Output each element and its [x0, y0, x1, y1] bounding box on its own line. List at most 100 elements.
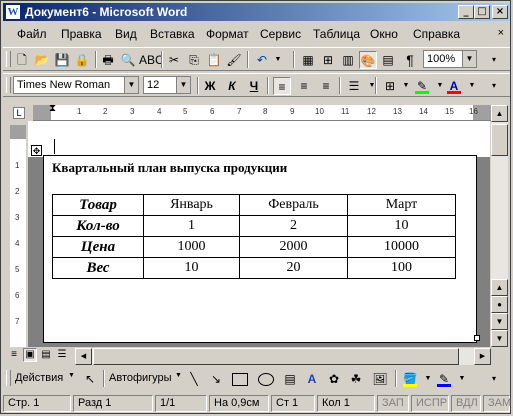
menu-format[interactable]: Формат [206, 27, 249, 41]
menu-insert[interactable]: Вставка [150, 27, 195, 41]
print-layout-icon[interactable]: ▤ [39, 348, 53, 362]
undo-dropdown-icon[interactable]: ▼ [269, 51, 287, 69]
align-left-icon[interactable]: ≡ [273, 77, 291, 95]
bold-button[interactable]: Ж [201, 77, 219, 95]
table-cell[interactable]: 100 [347, 257, 456, 279]
table-cell[interactable]: 2 [239, 215, 348, 237]
browse-object-icon[interactable]: ● [491, 296, 508, 313]
scroll-left-button[interactable]: ◀ [75, 348, 92, 365]
menu-window[interactable]: Окно [370, 27, 398, 41]
line-icon[interactable]: ╲ [185, 370, 203, 388]
table-row-label[interactable]: Вес [52, 257, 144, 279]
document-map-icon[interactable]: ▤ [379, 51, 397, 69]
table-cell[interactable]: 1000 [143, 236, 240, 258]
cut-icon[interactable]: ✂ [165, 51, 183, 69]
underline-button[interactable]: Ч [245, 77, 263, 95]
document-area[interactable]: ✥ Квартальный план выпуска продукции Тов… [28, 121, 490, 347]
table-cell[interactable]: 10000 [347, 236, 456, 258]
diagram-icon[interactable]: ✿ [325, 370, 343, 388]
horizontal-ruler[interactable]: ⧗ 1 2 3 4 5 6 7 8 9 10 11 12 13 14 15 16 [33, 104, 491, 121]
clip-art-icon[interactable]: ☘ [347, 370, 365, 388]
print-icon[interactable]: 🖶 [99, 51, 117, 69]
copy-icon[interactable]: ⎘ [185, 51, 203, 69]
permission-icon[interactable]: 🔒 [73, 51, 91, 69]
close-document-button[interactable]: × [498, 27, 504, 39]
table-cell[interactable]: 1 [143, 215, 240, 237]
new-document-icon[interactable]: 🗋 [13, 51, 31, 69]
table-header-cell[interactable]: Февраль [239, 194, 348, 216]
tables-borders-icon[interactable]: ▦ [299, 51, 317, 69]
align-right-icon[interactable]: ≡ [317, 77, 335, 95]
toolbar-grip[interactable] [6, 51, 11, 67]
chevron-down-icon[interactable]: ▼ [463, 77, 481, 95]
indent-marker-icon[interactable]: ⧗ [49, 104, 56, 114]
table-cell[interactable]: 10 [143, 257, 240, 279]
insert-table-icon[interactable]: ⊞ [319, 51, 337, 69]
format-painter-icon[interactable]: 🖌 [225, 51, 243, 69]
actions-menu[interactable]: Действия [15, 372, 63, 384]
chevron-down-icon[interactable]: ▼ [124, 77, 138, 93]
maximize-button[interactable]: □ [474, 5, 490, 19]
toolbar-options-icon[interactable]: ▾ [485, 77, 503, 95]
resize-handle[interactable] [474, 335, 480, 341]
vertical-ruler[interactable]: 1 2 3 4 5 6 7 [10, 125, 26, 347]
scroll-up-button[interactable]: ▲ [491, 105, 508, 122]
menu-file[interactable]: Файл [17, 27, 47, 41]
paste-icon[interactable]: 📋 [205, 51, 223, 69]
align-center-icon[interactable]: ≡ [295, 77, 313, 95]
font-color-icon[interactable]: A [445, 77, 463, 95]
minimize-button[interactable]: _ [458, 5, 474, 19]
toolbar-grip[interactable] [6, 77, 11, 93]
table-move-handle-icon[interactable]: ✥ [31, 145, 42, 156]
save-icon[interactable]: 💾 [53, 51, 71, 69]
menu-help[interactable]: Справка [413, 27, 460, 41]
chevron-down-icon[interactable]: ▼ [68, 372, 75, 379]
table-cell[interactable]: 10 [347, 215, 456, 237]
scroll-thumb[interactable] [491, 124, 508, 156]
rectangle-icon[interactable] [231, 370, 249, 388]
font-select[interactable]: Times New Roman ▼ [13, 76, 139, 94]
chevron-down-icon[interactable]: ▼ [175, 372, 182, 379]
scroll-down-button[interactable]: ▼ [491, 330, 508, 347]
scroll-down-button[interactable]: ▼ [491, 313, 508, 330]
text-frame[interactable]: Квартальный план выпуска продукции Товар… [43, 155, 477, 343]
drawing-icon[interactable]: 🎨 [359, 51, 377, 69]
scroll-up-button[interactable]: ▲ [491, 279, 508, 296]
open-icon[interactable]: 📂 [33, 51, 51, 69]
table-header-cell[interactable]: Март [347, 194, 456, 216]
vertical-scrollbar[interactable]: ▲ ▲ ● ▼ ▼ [491, 105, 508, 347]
print-preview-icon[interactable]: 🔍 [119, 51, 137, 69]
status-rec[interactable]: ЗАП [377, 395, 409, 412]
tab-stop-selector[interactable]: L [13, 107, 25, 119]
table-cell[interactable]: 20 [239, 257, 348, 279]
arrow-icon[interactable]: ↘ [207, 370, 225, 388]
select-objects-icon[interactable]: ↖ [81, 370, 99, 388]
line-color-icon[interactable]: ✎ [435, 370, 453, 388]
table-row-label[interactable]: Цена [52, 236, 144, 258]
table-row-label[interactable]: Кол-во [52, 215, 144, 237]
normal-view-icon[interactable]: ≡ [7, 348, 21, 362]
status-trk[interactable]: ИСПР [411, 395, 449, 412]
horizontal-scrollbar[interactable]: ◀ ▶ [75, 348, 491, 365]
line-spacing-icon[interactable]: ☰ [345, 77, 363, 95]
toolbar-options-icon[interactable]: ▾ [485, 370, 503, 388]
table-cell[interactable]: 2000 [239, 236, 348, 258]
status-ext[interactable]: ВДЛ [451, 395, 481, 412]
menu-table[interactable]: Таблица [313, 27, 360, 41]
columns-icon[interactable]: ▥ [339, 51, 357, 69]
scroll-right-button[interactable]: ▶ [474, 348, 491, 365]
menu-view[interactable]: Вид [115, 27, 137, 41]
close-button[interactable]: × [492, 5, 508, 19]
table-header-cell[interactable]: Январь [143, 194, 240, 216]
outline-view-icon[interactable]: ☰ [55, 348, 69, 362]
toolbar-options-icon[interactable]: ▾ [485, 51, 503, 69]
fill-color-icon[interactable]: 🪣 [401, 370, 419, 388]
wordart-icon[interactable]: A [303, 370, 321, 388]
data-table[interactable]: Товар Январь Февраль Март Кол-во 1 2 10 … [52, 194, 456, 279]
italic-button[interactable]: К [223, 77, 241, 95]
show-hide-icon[interactable]: ¶ [401, 51, 419, 69]
oval-icon[interactable] [257, 370, 275, 388]
zoom-select[interactable]: 100% ▼ [423, 50, 477, 68]
text-box-icon[interactable]: ▤ [281, 370, 299, 388]
scroll-thumb[interactable] [93, 348, 459, 365]
